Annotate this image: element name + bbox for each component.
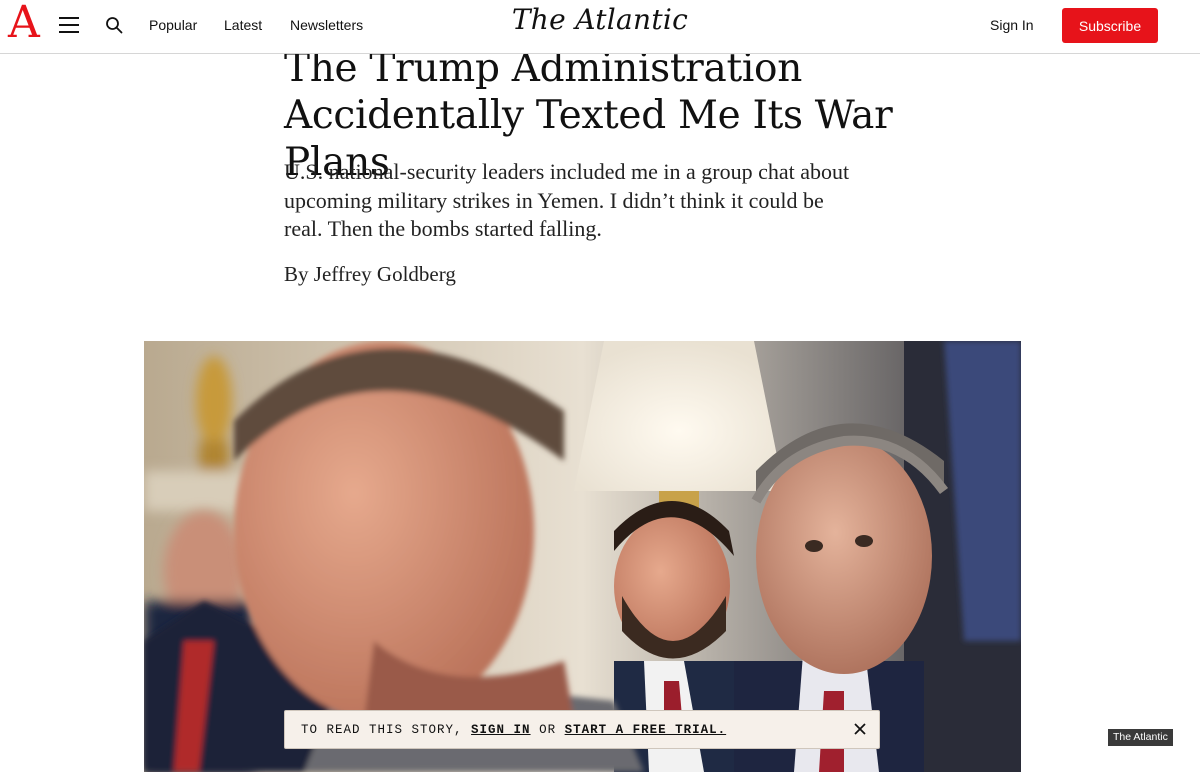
paywall-banner: TO READ THIS STORY, SIGN IN OR START A F… (284, 710, 880, 749)
paywall-sign-in-link[interactable]: SIGN IN (471, 723, 531, 737)
sign-in-link[interactable]: Sign In (990, 17, 1034, 33)
author-link[interactable]: Jeffrey Goldberg (314, 262, 456, 286)
nav-popular[interactable]: Popular (149, 17, 197, 33)
nav-newsletters[interactable]: Newsletters (290, 17, 363, 33)
byline-prefix: By (284, 262, 309, 286)
paywall-free-trial-link[interactable]: START A FREE TRIAL. (565, 723, 727, 737)
hamburger-menu-icon[interactable] (59, 17, 79, 33)
nav-latest[interactable]: Latest (224, 17, 262, 33)
paywall-prefix: TO READ THIS STORY, (301, 723, 463, 737)
atlantic-logo[interactable]: A (8, 1, 40, 45)
hero-image (144, 341, 1021, 772)
close-icon[interactable] (853, 722, 867, 736)
paywall-message: TO READ THIS STORY, SIGN IN OR START A F… (301, 723, 726, 737)
paywall-or: OR (539, 723, 557, 737)
image-credit: The Atlantic (1108, 729, 1173, 746)
page: A Popular Latest Newsletters The Atlanti… (0, 0, 1200, 772)
article-dek: U.S. national-security leaders included … (284, 159, 850, 241)
site-header: A Popular Latest Newsletters The Atlanti… (0, 0, 1200, 54)
byline: By Jeffrey Goldberg (284, 262, 456, 287)
search-icon[interactable] (105, 16, 123, 34)
subscribe-button[interactable]: Subscribe (1062, 8, 1158, 43)
